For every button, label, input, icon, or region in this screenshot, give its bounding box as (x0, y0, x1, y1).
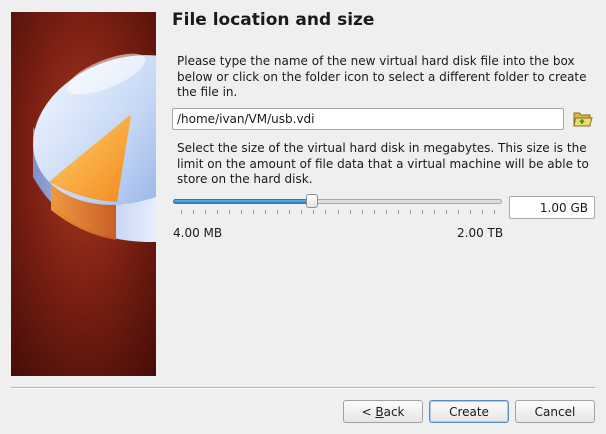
back-label: ack (383, 404, 405, 419)
slider-tick (470, 210, 471, 214)
cancel-button[interactable]: Cancel (515, 400, 595, 423)
slider-tick (398, 210, 399, 214)
slider-tick (313, 210, 314, 214)
slider-tick (217, 210, 218, 214)
slider-tick (205, 210, 206, 214)
slider-tick (374, 210, 375, 214)
slider-tick (241, 210, 242, 214)
slider-tick (301, 210, 302, 214)
select-folder-button[interactable] (571, 109, 595, 131)
slider-tick (338, 210, 339, 214)
slider-tick (494, 210, 495, 214)
back-prefix: < (361, 404, 376, 419)
size-description: Select the size of the virtual hard disk… (177, 141, 589, 186)
disk-size-input[interactable] (509, 196, 595, 219)
slider-tick (181, 210, 182, 214)
slider-tick (458, 210, 459, 214)
disk-size-slider[interactable] (173, 192, 503, 216)
slider-handle[interactable] (305, 194, 318, 208)
slider-tick (446, 210, 447, 214)
slider-tick (434, 210, 435, 214)
slider-tick (229, 210, 230, 214)
button-separator (11, 387, 595, 389)
slider-tick (422, 210, 423, 214)
slider-tick (386, 210, 387, 214)
slider-tick (350, 210, 351, 214)
slider-tick (289, 210, 290, 214)
slider-tick (482, 210, 483, 214)
slider-ticks (173, 210, 502, 214)
size-min-label: 4.00 MB (173, 226, 223, 240)
slider-tick (362, 210, 363, 214)
wizard-banner-image (11, 12, 156, 376)
slider-tick (325, 210, 326, 214)
back-mnemonic: B (375, 404, 384, 419)
slider-tick (277, 210, 278, 214)
file-path-input[interactable] (172, 108, 564, 130)
back-button[interactable]: < Back (343, 400, 423, 423)
slider-tick (253, 210, 254, 214)
page-title: File location and size (172, 10, 375, 30)
slider-tick (193, 210, 194, 214)
create-button[interactable]: Create (429, 400, 509, 423)
slider-tick (410, 210, 411, 214)
size-max-label: 2.00 TB (457, 226, 504, 240)
slider-tick (265, 210, 266, 214)
slider-fill (173, 199, 312, 204)
location-description: Please type the name of the new virtual … (177, 54, 587, 99)
folder-open-icon (573, 110, 593, 131)
